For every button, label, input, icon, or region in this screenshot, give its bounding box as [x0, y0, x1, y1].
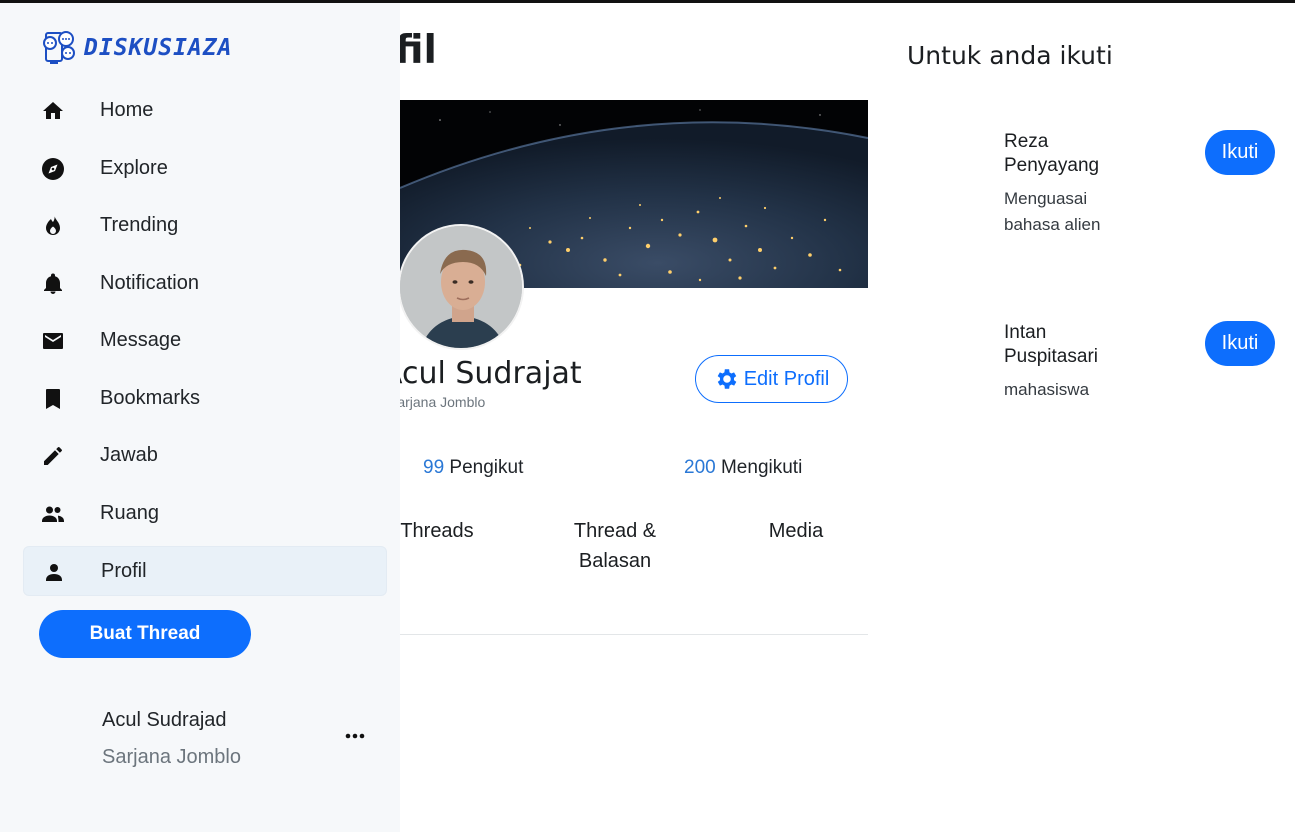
follow-button[interactable]: Ikuti	[1205, 130, 1275, 175]
pencil-icon	[44, 447, 62, 465]
gear-icon	[717, 369, 737, 389]
profile-main: Profil	[400, 0, 868, 832]
tabs-divider	[400, 634, 868, 635]
sidebar-item-label: Bookmarks	[100, 387, 201, 409]
sidebar-item-home[interactable]: Home	[23, 86, 387, 136]
sidebar: DISKUSIAZA Home Explore Trending Notific…	[0, 0, 400, 832]
sidebar-user-name: Acul Sudrajad	[102, 709, 227, 731]
suggestions-title: Untuk anda ikuti	[907, 41, 1113, 70]
sidebar-item-ruang[interactable]: Ruang	[23, 489, 387, 539]
logo-text: DISKUSIAZA	[84, 35, 233, 61]
sidebar-item-label: Trending	[100, 214, 179, 236]
following-label: Mengikuti	[720, 457, 803, 478]
compass-icon	[42, 158, 64, 180]
suggestion-card: Reza Penyayang Menguasai bahasa alien Ik…	[1004, 130, 1295, 238]
ellipsis-icon	[345, 733, 365, 739]
envelope-icon	[43, 333, 63, 349]
followers-count: 99	[423, 457, 445, 478]
sidebar-item-notification[interactable]: Notification	[23, 259, 387, 309]
sidebar-item-bookmarks[interactable]: Bookmarks	[23, 374, 387, 424]
people-icon	[42, 506, 64, 522]
edit-profile-label: Edit Profil	[743, 367, 830, 390]
sidebar-item-label: Notification	[100, 272, 199, 294]
tab-thread-balasan[interactable]: Thread & Balasan	[560, 516, 670, 576]
app-logo[interactable]: DISKUSIAZA	[40, 29, 232, 67]
suggestion-name: Reza Penyayang	[1004, 131, 1100, 176]
suggestion-desc: Menguasai bahasa alien	[1004, 189, 1101, 234]
more-options-button[interactable]	[340, 724, 370, 748]
sidebar-item-trending[interactable]: Trending	[23, 201, 387, 251]
sidebar-user-status: Sarjana Jomblo	[102, 746, 241, 768]
sidebar-item-explore[interactable]: Explore	[23, 144, 387, 194]
profile-avatar[interactable]	[400, 224, 524, 350]
suggestion-desc: mahasiswa	[1004, 380, 1090, 399]
profile-status: Sarjana Jomblo	[400, 394, 486, 410]
following-count: 200	[684, 457, 716, 478]
edit-profile-button[interactable]: Edit Profil	[695, 355, 848, 403]
following-link[interactable]: 200 Mengikuti	[684, 457, 802, 479]
flame-icon	[46, 215, 60, 235]
sidebar-item-profil[interactable]: Profil	[23, 546, 387, 596]
sidebar-item-label: Ruang	[100, 502, 159, 524]
person-icon	[46, 564, 62, 581]
home-icon	[43, 102, 63, 119]
tab-threads[interactable]: Threads	[400, 516, 477, 546]
sidebar-item-label: Profil	[101, 560, 147, 582]
followers-link[interactable]: 99 Pengikut	[423, 457, 523, 479]
create-thread-button[interactable]: Buat Thread	[39, 610, 251, 658]
sidebar-item-label: Explore	[100, 157, 168, 179]
follow-button[interactable]: Ikuti	[1205, 321, 1275, 366]
person-photo	[400, 226, 522, 348]
bell-icon	[44, 273, 62, 294]
chat-bubbles-logo-icon	[43, 31, 75, 64]
sidebar-item-message[interactable]: Message	[23, 316, 387, 366]
sidebar-item-jawab[interactable]: Jawab	[23, 431, 387, 481]
sidebar-item-label: Home	[100, 99, 154, 121]
profile-name: Acul Sudrajat	[400, 356, 582, 391]
sidebar-item-label: Message	[100, 329, 182, 351]
suggestion-name: Intan Puspitasari	[1004, 322, 1098, 367]
page-title: Profil	[400, 28, 437, 73]
bookmark-icon	[46, 389, 60, 409]
sidebar-item-label: Jawab	[100, 444, 158, 466]
suggestion-card: Intan Puspitasari mahasiswa Ikuti	[1004, 321, 1295, 403]
followers-label: Pengikut	[449, 457, 524, 478]
top-border	[0, 0, 1295, 3]
tab-media[interactable]: Media	[756, 516, 836, 546]
